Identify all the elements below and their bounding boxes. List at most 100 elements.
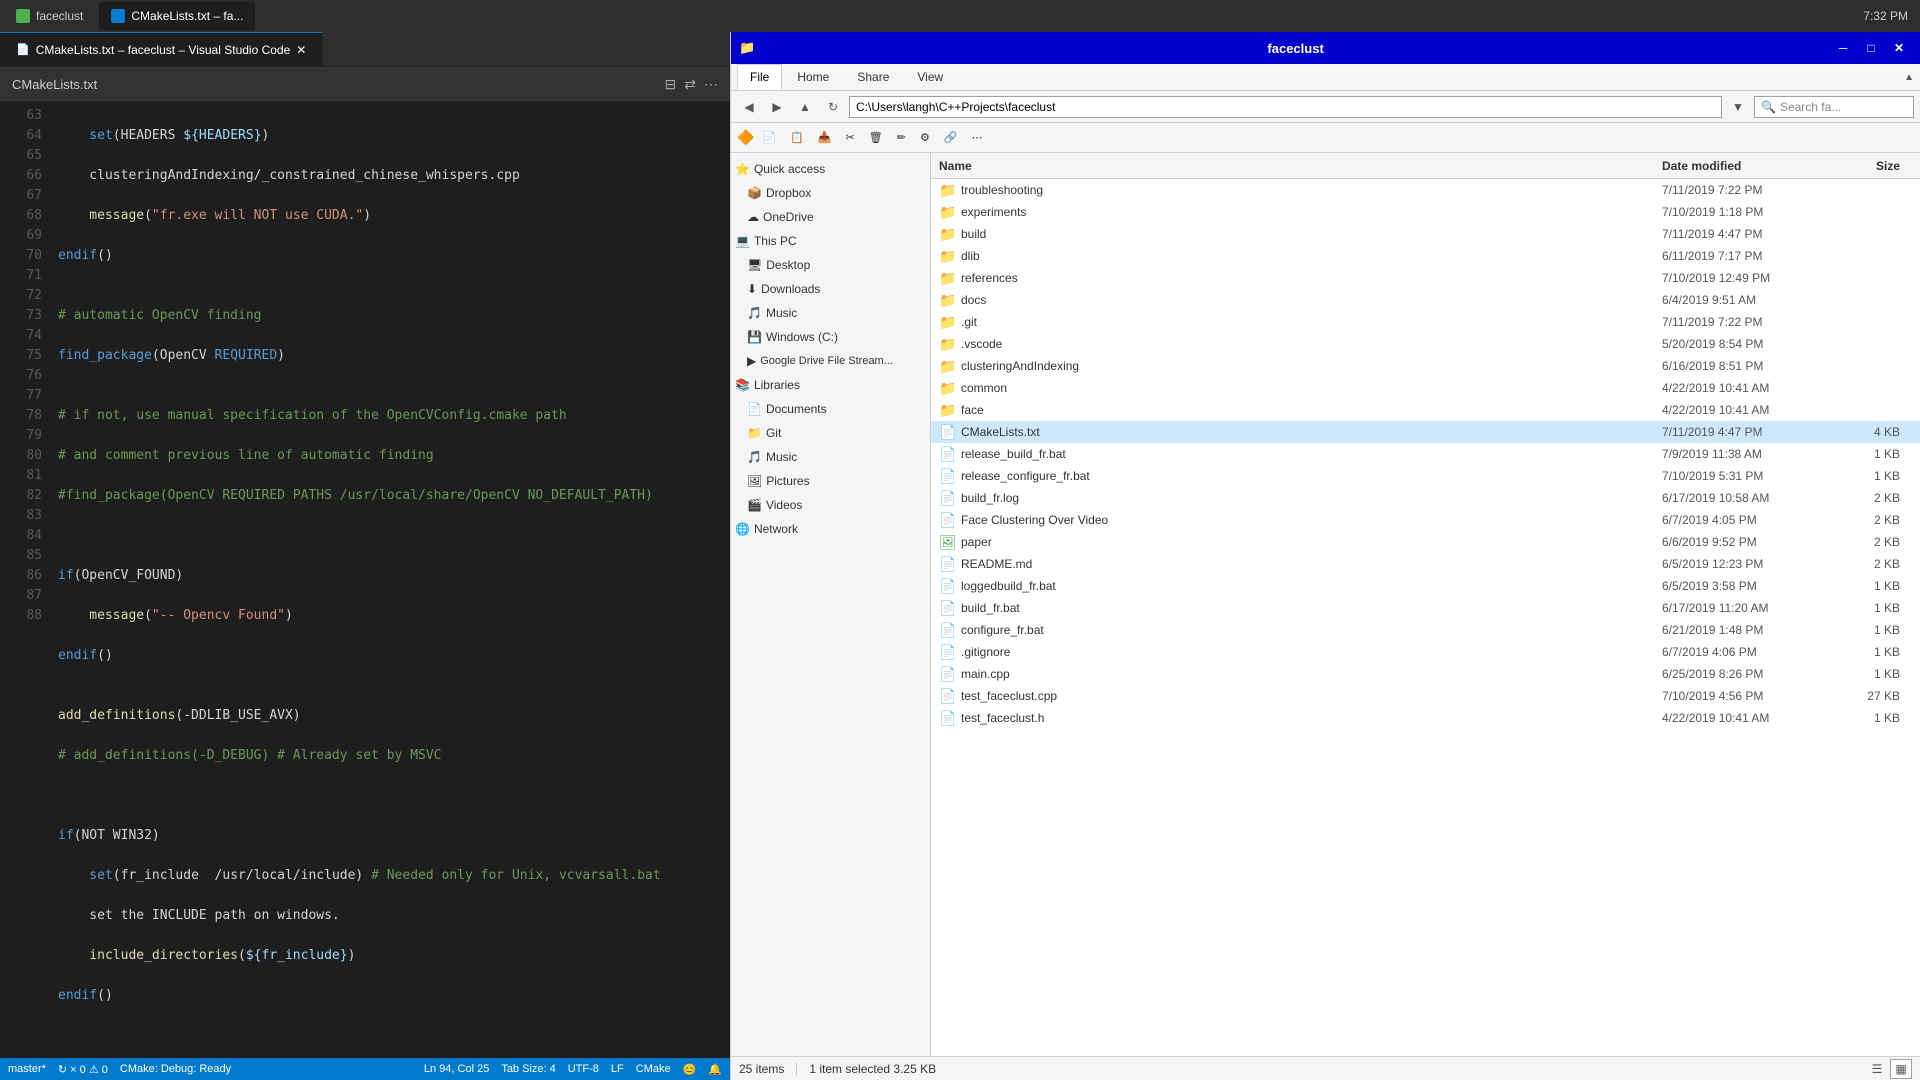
tree-item-gdrive[interactable]: ▶ Google Drive File Stream... bbox=[731, 349, 930, 373]
editor-tab-close[interactable]: ✕ bbox=[296, 43, 306, 57]
table-row[interactable]: 📄 CMakeLists.txt 7/11/2019 4:47 PM 4 KB bbox=[931, 421, 1920, 443]
file-size: 1 KB bbox=[1842, 447, 1912, 461]
table-row[interactable]: 📄 release_build_fr.bat 7/9/2019 11:38 AM… bbox=[931, 443, 1920, 465]
table-row[interactable]: 📄 test_faceclust.cpp 7/10/2019 4:56 PM 2… bbox=[931, 685, 1920, 707]
tree-item-git[interactable]: 📁 Git bbox=[731, 421, 930, 445]
sync-status[interactable]: ↻ × 0 ⚠ 0 bbox=[58, 1063, 108, 1076]
list-view-button[interactable]: ▦ bbox=[1890, 1059, 1912, 1079]
table-row[interactable]: 📁 .git 7/11/2019 7:22 PM bbox=[931, 311, 1920, 333]
toggle-diff-icon[interactable]: ⇄ bbox=[684, 76, 696, 93]
table-row[interactable]: 📁 troubleshooting 7/11/2019 7:22 PM bbox=[931, 179, 1920, 201]
address-path[interactable]: C:\Users\langh\C++Projects\faceclust bbox=[849, 96, 1722, 118]
back-button[interactable]: ◀ bbox=[737, 95, 761, 119]
tree-item-desktop[interactable]: 🖥 Desktop bbox=[731, 253, 930, 277]
language-status[interactable]: CMake bbox=[636, 1063, 671, 1075]
tree-item-documents[interactable]: 📄 Documents bbox=[731, 397, 930, 421]
table-row[interactable]: 🖼 paper 6/6/2019 9:52 PM 2 KB bbox=[931, 531, 1920, 553]
table-row[interactable]: 📄 Face Clustering Over Video 6/7/2019 4:… bbox=[931, 509, 1920, 531]
toolbar-btn-share[interactable]: 🔗 bbox=[938, 129, 964, 146]
ribbon-tab-home[interactable]: Home bbox=[784, 64, 842, 90]
file-name: test_faceclust.cpp bbox=[961, 689, 1662, 703]
drive-icon: 💾 bbox=[747, 330, 762, 344]
tab-size-status[interactable]: Tab Size: 4 bbox=[501, 1063, 555, 1075]
tree-item-videos[interactable]: 🎬 Videos bbox=[731, 493, 930, 517]
table-row[interactable]: 📁 references 7/10/2019 12:49 PM bbox=[931, 267, 1920, 289]
tree-item-pictures[interactable]: 🖼 Pictures bbox=[731, 469, 930, 493]
table-row[interactable]: 📁 .vscode 5/20/2019 8:54 PM bbox=[931, 333, 1920, 355]
toolbar-btn-more[interactable]: ⋯ bbox=[966, 129, 989, 146]
tree-item-quick-access[interactable]: ⭐ Quick access bbox=[731, 157, 930, 181]
position-status[interactable]: Ln 94, Col 25 bbox=[424, 1063, 489, 1075]
col-header-size[interactable]: Size bbox=[1842, 159, 1912, 173]
status-left: master* ↻ × 0 ⚠ 0 CMake: Debug: Ready bbox=[8, 1063, 231, 1076]
file-explorer: 📁 faceclust ─ □ ✕ File Home Share View ▲… bbox=[730, 32, 1920, 1080]
toolbar-btn-cut[interactable]: ✂ bbox=[840, 129, 861, 146]
file-date: 6/11/2019 7:17 PM bbox=[1662, 249, 1842, 263]
col-header-name[interactable]: Name bbox=[939, 159, 1662, 173]
tree-item-this-pc[interactable]: 💻 This PC bbox=[731, 229, 930, 253]
table-row[interactable]: 📄 configure_fr.bat 6/21/2019 1:48 PM 1 K… bbox=[931, 619, 1920, 641]
split-editor-icon[interactable]: ⊟ bbox=[665, 76, 677, 93]
table-row[interactable]: 📁 experiments 7/10/2019 1:18 PM bbox=[931, 201, 1920, 223]
table-row[interactable]: 📄 README.md 6/5/2019 12:23 PM 2 KB bbox=[931, 553, 1920, 575]
table-row[interactable]: 📁 common 4/22/2019 10:41 AM bbox=[931, 377, 1920, 399]
ribbon-tab-view[interactable]: View bbox=[904, 64, 956, 90]
table-row[interactable]: 📁 clusteringAndIndexing 6/16/2019 8:51 P… bbox=[931, 355, 1920, 377]
up-button[interactable]: ▲ bbox=[793, 95, 817, 119]
forward-button[interactable]: ▶ bbox=[765, 95, 789, 119]
tree-item-music2[interactable]: 🎵 Music bbox=[731, 445, 930, 469]
maximize-button[interactable]: □ bbox=[1858, 38, 1884, 58]
table-row[interactable]: 📄 main.cpp 6/25/2019 8:26 PM 1 KB bbox=[931, 663, 1920, 685]
close-button[interactable]: ✕ bbox=[1886, 38, 1912, 58]
toolbar-btn-copy[interactable]: 📋 bbox=[784, 129, 810, 146]
encoding-status[interactable]: UTF-8 bbox=[568, 1063, 599, 1075]
tree-item-dropbox[interactable]: 📦 Dropbox bbox=[731, 181, 930, 205]
file-size: 4 KB bbox=[1842, 425, 1912, 439]
table-row[interactable]: 📄 .gitignore 6/7/2019 4:06 PM 1 KB bbox=[931, 641, 1920, 663]
table-row[interactable]: 📁 face 4/22/2019 10:41 AM bbox=[931, 399, 1920, 421]
table-row[interactable]: 📄 test_faceclust.h 4/22/2019 10:41 AM 1 … bbox=[931, 707, 1920, 729]
search-box[interactable]: 🔍 Search fa... bbox=[1754, 96, 1914, 118]
toolbar-btn-new[interactable]: 📄 bbox=[756, 129, 782, 146]
file-size: 1 KB bbox=[1842, 667, 1912, 681]
more-actions-icon[interactable]: ⋯ bbox=[704, 76, 718, 93]
refresh-button[interactable]: ↻ bbox=[821, 95, 845, 119]
details-view-button[interactable]: ☰ bbox=[1866, 1059, 1888, 1079]
table-row[interactable]: 📄 build_fr.bat 6/17/2019 11:20 AM 1 KB bbox=[931, 597, 1920, 619]
ribbon-expand[interactable]: ▲ bbox=[1904, 64, 1914, 90]
toolbar-btn-properties[interactable]: ⚙ bbox=[914, 129, 936, 146]
branch-status[interactable]: master* bbox=[8, 1063, 46, 1075]
cmake-debug-status: CMake: Debug: Ready bbox=[120, 1063, 231, 1075]
tree-item-downloads[interactable]: ⬇ Downloads bbox=[731, 277, 930, 301]
desktop-icon: 🖥 bbox=[747, 258, 762, 272]
tree-item-label: Downloads bbox=[761, 282, 820, 296]
table-row[interactable]: 📁 build 7/11/2019 4:47 PM bbox=[931, 223, 1920, 245]
toolbar-btn-delete[interactable]: 🗑 bbox=[863, 129, 889, 146]
taskbar-tab-cmakelists[interactable]: CMakeLists.txt – fa... bbox=[99, 2, 255, 30]
toolbar-btn-rename[interactable]: ✏ bbox=[891, 129, 912, 146]
minimize-button[interactable]: ─ bbox=[1830, 38, 1856, 58]
tree-item-music[interactable]: 🎵 Music bbox=[731, 301, 930, 325]
taskbar-tab-faceclust[interactable]: faceclust bbox=[4, 2, 95, 30]
ribbon-tab-file[interactable]: File bbox=[737, 64, 782, 90]
table-row[interactable]: 📄 loggedbuild_fr.bat 6/5/2019 3:58 PM 1 … bbox=[931, 575, 1920, 597]
col-header-date[interactable]: Date modified bbox=[1662, 159, 1842, 173]
tree-item-network[interactable]: 🌐 Network bbox=[731, 517, 930, 541]
table-row[interactable]: 📄 build_fr.log 6/17/2019 10:58 AM 2 KB bbox=[931, 487, 1920, 509]
main-content: 📄 CMakeLists.txt – faceclust – Visual St… bbox=[0, 32, 1920, 1080]
file-name: loggedbuild_fr.bat bbox=[961, 579, 1662, 593]
tree-item-onedrive[interactable]: ☁ OneDrive bbox=[731, 205, 930, 229]
editor-title-bar: CMakeLists.txt ⊟ ⇄ ⋯ bbox=[0, 67, 730, 102]
code-content[interactable]: set(HEADERS ${HEADERS}) clusteringAndInd… bbox=[50, 102, 730, 1058]
editor-tab-cmakelists[interactable]: 📄 CMakeLists.txt – faceclust – Visual St… bbox=[0, 32, 323, 66]
tree-item-windows-c[interactable]: 💾 Windows (C:) bbox=[731, 325, 930, 349]
toolbar-btn-paste[interactable]: 📥 bbox=[812, 129, 838, 146]
table-row[interactable]: 📄 release_configure_fr.bat 7/10/2019 5:3… bbox=[931, 465, 1920, 487]
table-row[interactable]: 📁 docs 6/4/2019 9:51 AM bbox=[931, 289, 1920, 311]
tree-item-libraries[interactable]: 📚 Libraries bbox=[731, 373, 930, 397]
file-type-icon: 📁 bbox=[939, 182, 957, 199]
table-row[interactable]: 📁 dlib 6/11/2019 7:17 PM bbox=[931, 245, 1920, 267]
address-dropdown[interactable]: ▼ bbox=[1726, 95, 1750, 119]
ribbon-tab-share[interactable]: Share bbox=[844, 64, 902, 90]
line-ending-status[interactable]: LF bbox=[611, 1063, 624, 1075]
